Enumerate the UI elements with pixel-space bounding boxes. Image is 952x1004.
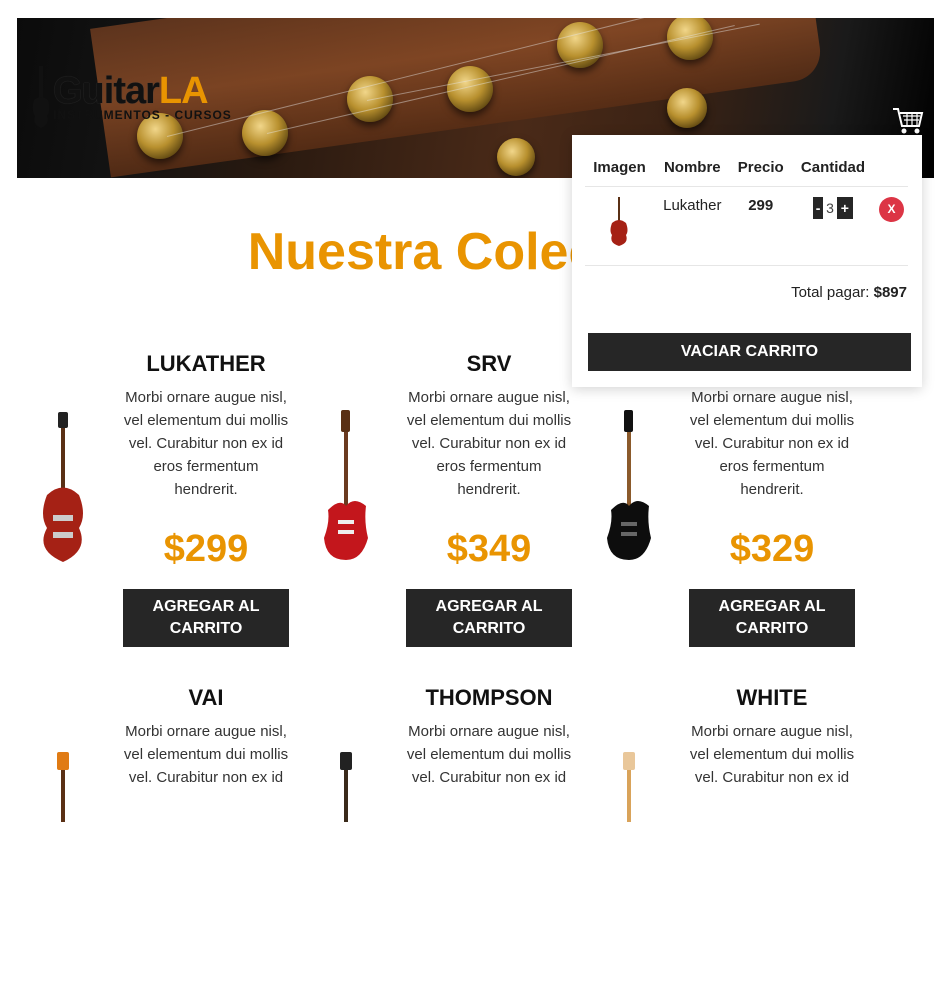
product-info: Morbi ornare augue nisl, vel elementum d… bbox=[688, 350, 856, 647]
cart-item-image-cell bbox=[585, 186, 654, 266]
guitar-image-thompson bbox=[340, 752, 352, 822]
product-card: Lukather Morbi ornare augue nisl, vel el… bbox=[17, 350, 300, 670]
product-description: Morbi ornare augue nisl, vel elementum d… bbox=[123, 723, 289, 786]
product-price: $299 bbox=[163, 528, 249, 570]
cart-header-row: Imagen Nombre Precio Cantidad bbox=[585, 155, 908, 187]
logo-subtitle: INSTRUMENTOS - CURSOS bbox=[53, 108, 232, 122]
remove-item-button[interactable]: X bbox=[879, 197, 905, 222]
guitar-image-white bbox=[623, 752, 635, 822]
tuning-peg bbox=[242, 110, 288, 156]
cart-total-value: $897 bbox=[873, 284, 907, 301]
cart-row: Lukather 299 - 3 + X bbox=[585, 186, 908, 266]
cart-total: Total pagar: $897 bbox=[791, 284, 907, 301]
guitar-image-vai bbox=[57, 752, 69, 822]
product-info: SRV Morbi ornare augue nisl, vel element… bbox=[405, 350, 573, 647]
cart-header-remove bbox=[875, 155, 908, 187]
logo-guitar-icon bbox=[32, 66, 50, 128]
product-info: Vai Morbi ornare augue nisl, vel element… bbox=[122, 684, 290, 789]
guitar-image-lukather bbox=[43, 412, 83, 562]
guitar-image-black bbox=[607, 410, 651, 560]
product-name: SRV bbox=[466, 351, 512, 376]
product-card: SRV Morbi ornare augue nisl, vel element… bbox=[300, 350, 583, 670]
product-description: Morbi ornare augue nisl, vel elementum d… bbox=[406, 389, 572, 498]
cart-icon[interactable] bbox=[892, 106, 924, 136]
product-price: $349 bbox=[446, 528, 532, 570]
quantity-stepper: - 3 + bbox=[813, 197, 853, 219]
guitar-image-srv bbox=[324, 410, 368, 560]
product-price: $329 bbox=[729, 528, 815, 570]
product-info: Lukather Morbi ornare augue nisl, vel el… bbox=[122, 350, 290, 647]
cart-item-name: Lukather bbox=[653, 186, 731, 266]
product-name: Thompson bbox=[425, 685, 553, 710]
logo-text: GuitarLA bbox=[53, 70, 209, 112]
add-to-cart-button[interactable]: Agregar al Carrito bbox=[123, 589, 289, 647]
product-description: Morbi ornare augue nisl, vel elementum d… bbox=[689, 389, 855, 498]
cart-item-guitar-image bbox=[610, 197, 628, 246]
product-name: Vai bbox=[188, 685, 224, 710]
cart-table: Imagen Nombre Precio Cantidad Lukather 2… bbox=[585, 155, 908, 266]
product-info: Thompson Morbi ornare augue nisl, vel el… bbox=[405, 684, 573, 789]
add-to-cart-button[interactable]: Agregar al Carrito bbox=[406, 589, 572, 647]
quantity-value: 3 bbox=[826, 200, 834, 216]
cart-header-quantity: Cantidad bbox=[790, 155, 876, 187]
cart-item-remove-cell: X bbox=[875, 186, 908, 266]
cart-total-label: Total pagar: bbox=[791, 284, 870, 301]
cart-header-name: Nombre bbox=[653, 155, 731, 187]
increase-quantity-button[interactable]: + bbox=[836, 197, 853, 219]
decrease-quantity-button[interactable]: - bbox=[813, 197, 824, 219]
tuning-peg bbox=[667, 88, 707, 128]
cart-dropdown: Imagen Nombre Precio Cantidad Lukather 2… bbox=[572, 135, 922, 387]
product-name: White bbox=[736, 685, 808, 710]
product-card: White Morbi ornare augue nisl, vel eleme… bbox=[583, 684, 866, 1004]
product-description: Morbi ornare augue nisl, vel elementum d… bbox=[406, 723, 572, 786]
tuning-peg bbox=[497, 138, 535, 176]
cart-item-quantity-cell: - 3 + bbox=[790, 186, 876, 266]
product-description: Morbi ornare augue nisl, vel elementum d… bbox=[123, 389, 289, 498]
cart-header-image: Imagen bbox=[585, 155, 654, 187]
product-description: Morbi ornare augue nisl, vel elementum d… bbox=[689, 723, 855, 786]
cart-header-price: Precio bbox=[730, 155, 791, 187]
product-card: Thompson Morbi ornare augue nisl, vel el… bbox=[300, 684, 583, 1004]
product-name: Lukather bbox=[146, 351, 266, 376]
product-card: Morbi ornare augue nisl, vel elementum d… bbox=[583, 350, 866, 670]
add-to-cart-button[interactable]: Agregar al Carrito bbox=[689, 589, 855, 647]
empty-cart-button[interactable]: Vaciar Carrito bbox=[588, 333, 911, 371]
product-info: White Morbi ornare augue nisl, vel eleme… bbox=[688, 684, 856, 789]
cart-item-price: 299 bbox=[730, 186, 791, 266]
product-card: Vai Morbi ornare augue nisl, vel element… bbox=[17, 684, 300, 1004]
